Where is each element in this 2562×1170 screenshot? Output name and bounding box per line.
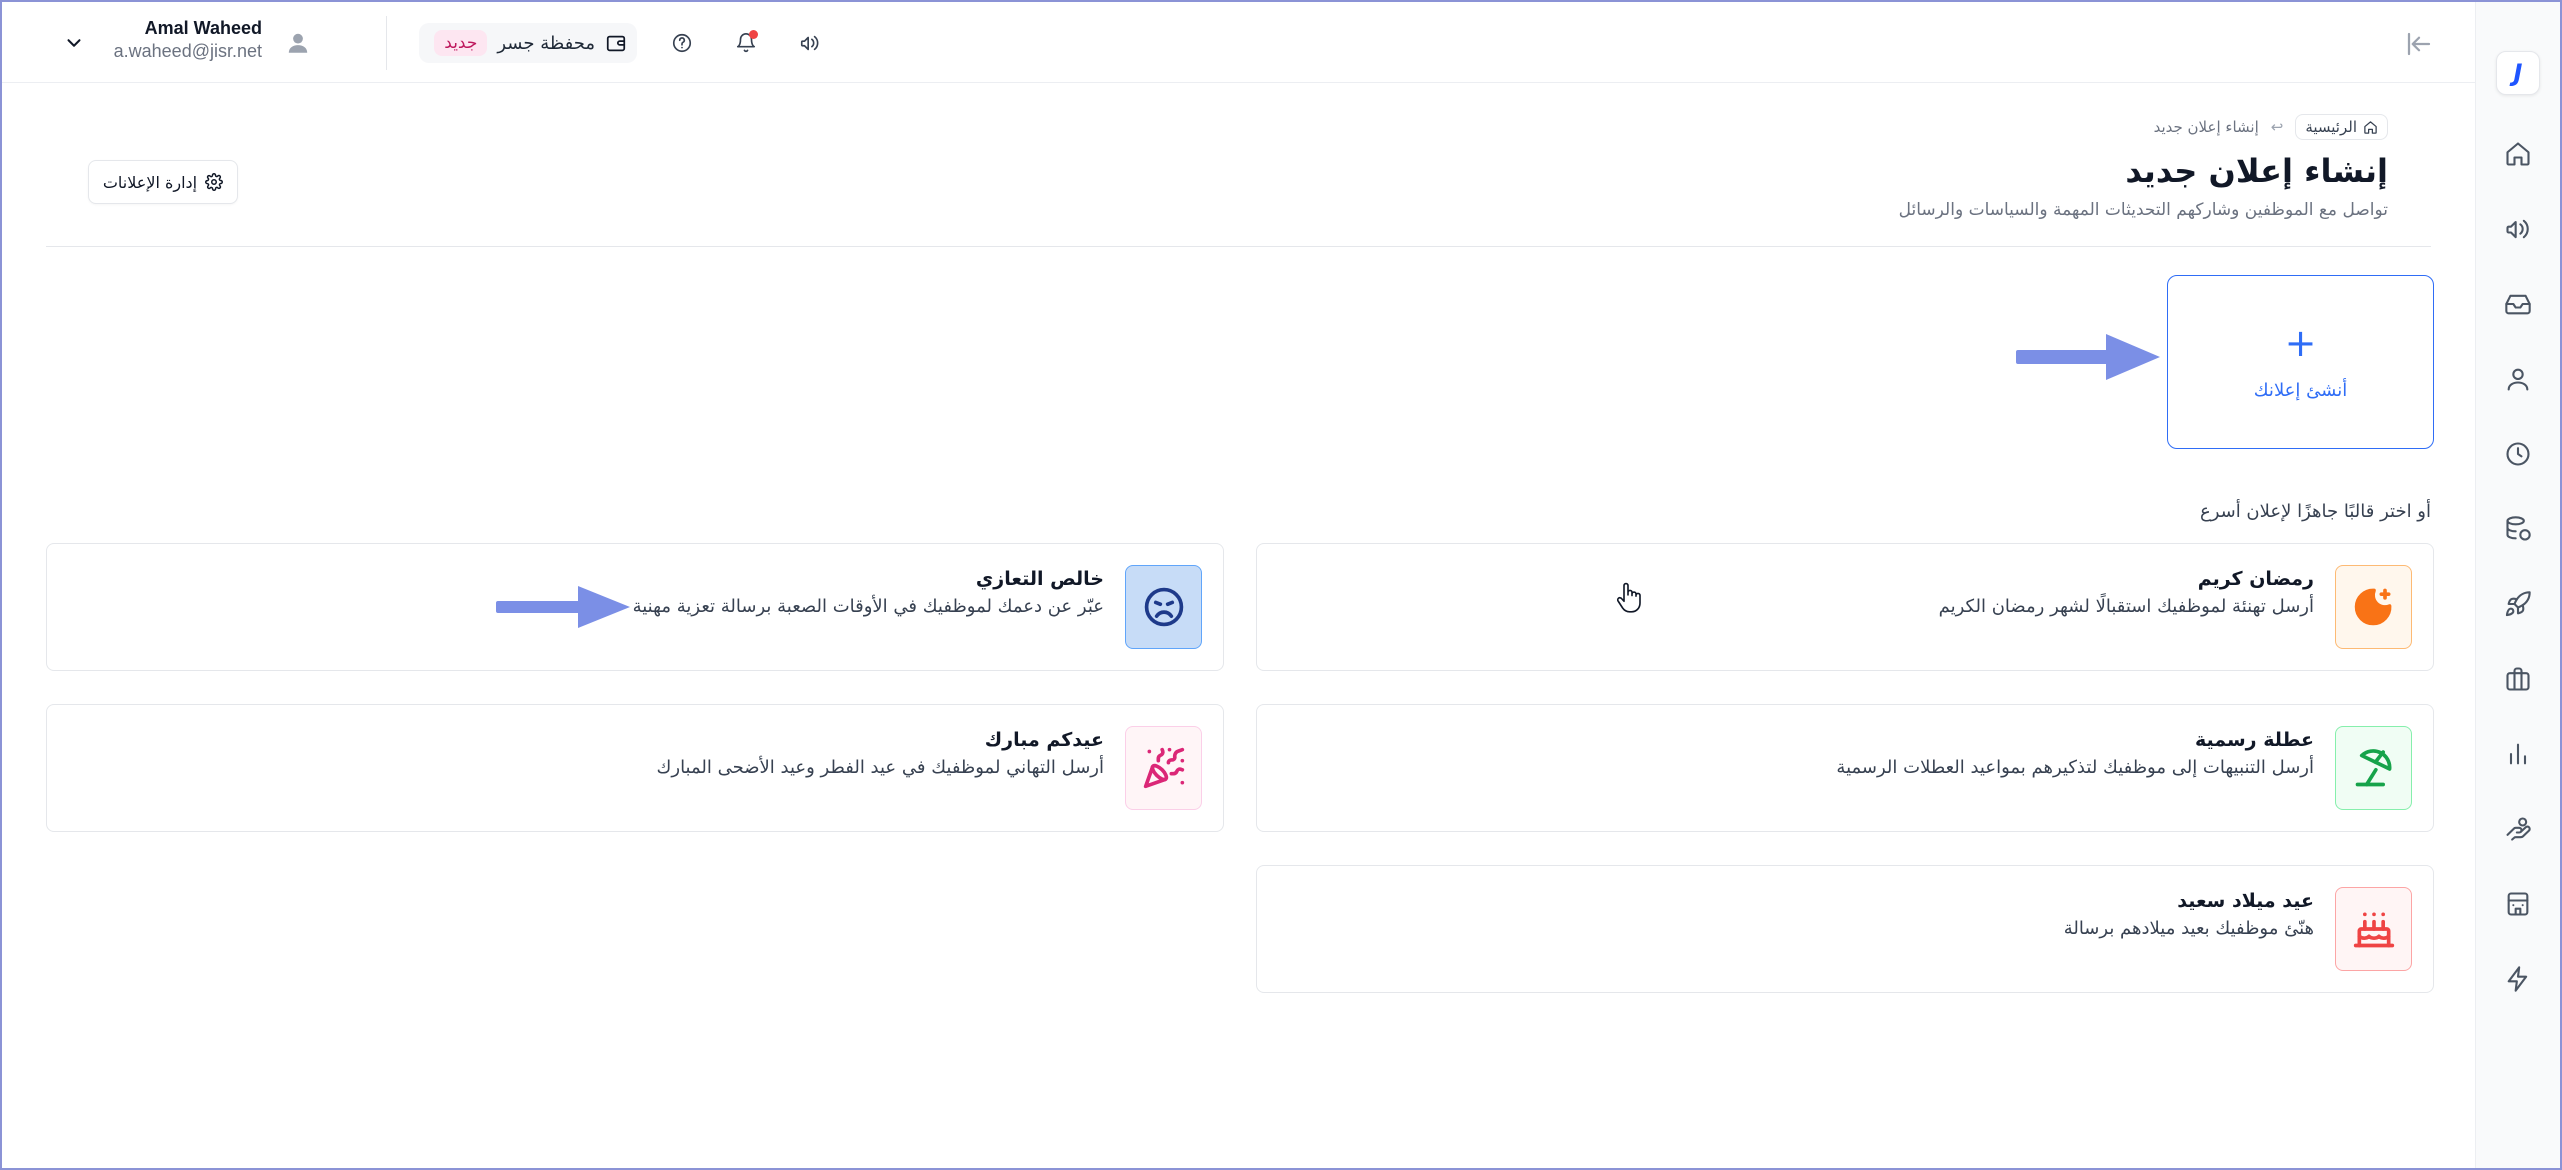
store-icon[interactable] [2498,884,2538,924]
jisr-wallet-button[interactable]: محفظة جسر جديد [419,23,637,63]
plus-icon: + [2284,320,2317,365]
user-icon[interactable] [2498,359,2538,399]
template-title: عطلة رسمية [2194,729,2314,751]
wallet-label: محفظة جسر [497,32,595,54]
breadcrumb-current: إنشاء إعلان جديد [2153,118,2259,136]
megaphone-icon[interactable] [2498,209,2538,249]
create-announcement-label: أنشئ إعلانك [2253,379,2348,401]
template-description: هنّئ موظفيك بعيد ميلادهم برسالة [2063,918,2314,939]
bar-chart-icon[interactable] [2498,734,2538,774]
avatar-icon[interactable] [282,27,314,59]
template-title: عيدكم مبارك [984,729,1104,751]
template-title: عيد ميلاد سعيد [2177,890,2314,912]
templates-heading: أو اختر قالبًا جاهزًا لإعلان أسرع [2199,501,2431,522]
help-icon[interactable] [666,27,698,59]
page-subtitle: تواصل مع الموظفين وشاركهم التحديثات المه… [1898,200,2388,220]
template-public-holiday-card[interactable]: عطلة رسمية أرسل التنبيهات إلى موظفيك لتذ… [1256,704,2434,832]
bell-icon[interactable] [730,27,762,59]
breadcrumb: الرئيسية ↩ إنشاء إعلان جديد [2154,114,2388,140]
template-description: أرسل التهاني لموظفيك في عيد الفطر وعيد ا… [656,757,1104,778]
database-coins-icon[interactable] [2498,509,2538,549]
beach-umbrella-icon [2335,726,2412,810]
template-description: عبّر عن دعمك لموظفيك في الأوقات الصعبة ب… [632,596,1104,617]
create-announcement-card[interactable]: + أنشئ إعلانك [2167,275,2434,449]
top-bar: Amal Waheed a.waheed@jisr.net محفظة جسر … [2,2,2475,83]
new-badge: جديد [434,30,488,56]
lightning-icon[interactable] [2498,959,2538,999]
megaphone-icon[interactable] [794,27,826,59]
home-icon [2363,120,2378,135]
template-title: خالص التعازي [975,568,1104,590]
hand-cursor-icon [1614,580,1644,620]
annotation-arrow-icon [494,582,632,636]
rocket-icon[interactable] [2498,584,2538,624]
manage-announcements-label: إدارة الإعلانات [102,172,198,192]
topbar-divider [386,16,387,70]
page-title: إنشاء إعلان جديد [2125,152,2388,190]
hand-coins-icon[interactable] [2498,809,2538,849]
annotation-arrow-icon [2014,330,2162,386]
chevron-down-icon[interactable] [60,29,88,57]
jisr-logo[interactable]: J [2496,51,2540,95]
breadcrumb-home[interactable]: الرئيسية [2295,114,2388,140]
party-popper-icon [1125,726,1202,810]
template-description: أرسل تهنئة لموظفيك استقبالًا لشهر رمضان … [1938,596,2314,617]
collapse-sidebar-icon[interactable] [2401,26,2437,62]
template-ramadan-card[interactable]: رمضان كريم أرسل تهنئة لموظفيك استقبالًا … [1256,543,2434,671]
birthday-cake-icon [2335,887,2412,971]
template-birthday-card[interactable]: عيد ميلاد سعيد هنّئ موظفيك بعيد ميلادهم … [1256,865,2434,993]
wallet-icon [605,32,627,54]
home-icon[interactable] [2498,134,2538,174]
template-title: رمضان كريم [2197,568,2314,590]
user-name: Amal Waheed [144,18,262,38]
inbox-icon[interactable] [2498,284,2538,324]
breadcrumb-separator: ↩ [2270,118,2284,136]
template-description: أرسل التنبيهات إلى موظفيك لتذكيرهم بمواع… [1836,757,2314,778]
sad-face-icon [1125,565,1202,649]
template-eid-card[interactable]: عيدكم مبارك أرسل التهاني لموظفيك في عيد … [46,704,1224,832]
clock-icon[interactable] [2498,434,2538,474]
gear-icon [205,173,224,191]
sidebar: J [2475,2,2560,1168]
user-email: a.waheed@jisr.net [113,41,262,61]
template-condolences-card[interactable]: خالص التعازي عبّر عن دعمك لموظفيك في الأ… [46,543,1224,671]
briefcase-icon[interactable] [2498,659,2538,699]
manage-announcements-button[interactable]: إدارة الإعلانات [88,160,238,204]
breadcrumb-home-label: الرئيسية [2305,118,2357,136]
moon-star-icon [2335,565,2412,649]
notification-dot [749,30,758,39]
header-divider [46,246,2431,247]
